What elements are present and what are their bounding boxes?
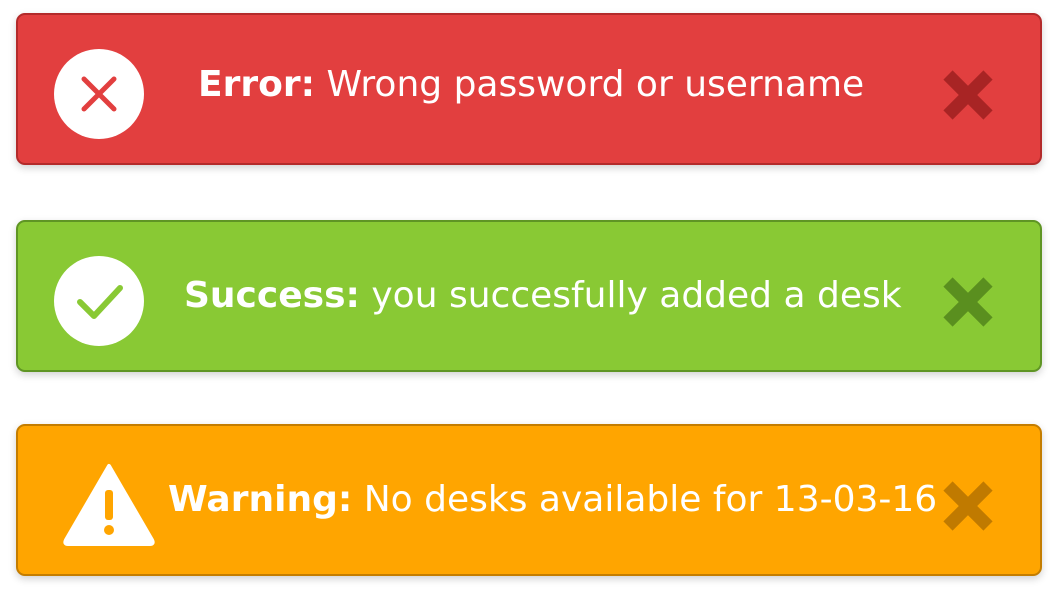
close-icon[interactable]: [940, 67, 996, 123]
error-alert: Error: Wrong password or username: [16, 13, 1042, 165]
error-label: Error:: [198, 64, 315, 105]
success-text: you succesfully added a desk: [371, 275, 902, 316]
success-alert: Success: you succesfully added a desk: [16, 220, 1042, 372]
success-label: Success:: [184, 275, 360, 316]
x-circle-icon: [54, 49, 144, 139]
error-text: Wrong password or username: [326, 64, 865, 105]
warning-label: Warning:: [168, 479, 353, 520]
warning-message: Warning: No desks available for 13-03-16: [168, 426, 937, 574]
check-circle-icon: [54, 256, 144, 346]
warning-text: No desks available for 13-03-16: [363, 479, 938, 520]
warning-alert: Warning: No desks available for 13-03-16: [16, 424, 1042, 576]
close-icon[interactable]: [940, 478, 996, 534]
close-icon[interactable]: [940, 274, 996, 330]
success-message: Success: you succesfully added a desk: [184, 222, 902, 370]
error-message: Error: Wrong password or username: [198, 11, 864, 159]
warning-triangle-icon: [63, 464, 155, 546]
